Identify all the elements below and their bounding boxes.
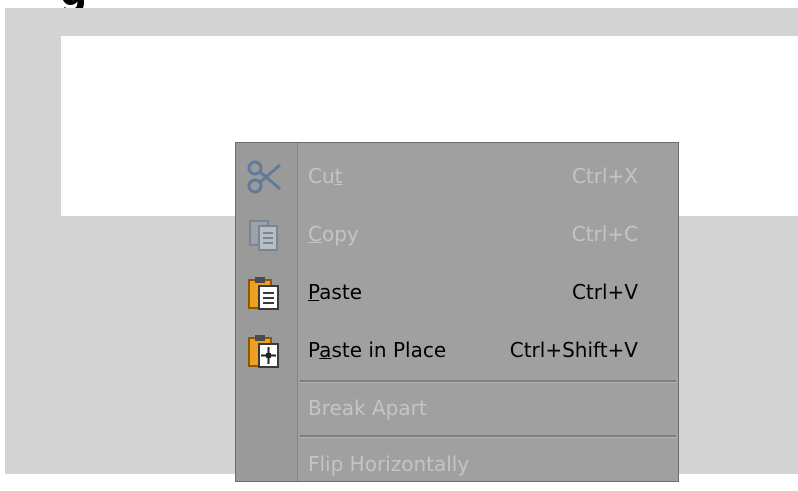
- menu-item-break-apart[interactable]: Break Apart: [236, 383, 678, 435]
- menu-item-label: Break Apart: [308, 396, 427, 420]
- menu-separator: [300, 435, 676, 438]
- menu-item-shortcut: Ctrl+X: [571, 164, 638, 188]
- menu-item-paste-in-place[interactable]: Paste in Place Ctrl+Shift+V: [236, 325, 678, 377]
- heading-strip: g: [0, 0, 798, 8]
- menu-item-paste[interactable]: Paste Ctrl+V: [236, 267, 678, 319]
- copy-icon: [246, 217, 282, 253]
- menu-item-cut[interactable]: Cut Ctrl+X: [236, 151, 678, 203]
- menu-item-shortcut: Ctrl+Shift+V: [509, 338, 638, 362]
- menu-item-label: Cut: [308, 164, 343, 188]
- scissors-icon: [246, 159, 282, 195]
- menu-item-shortcut: Ctrl+C: [571, 222, 638, 246]
- menu-item-shortcut: Ctrl+V: [571, 280, 638, 304]
- menu-item-label: Paste in Place: [308, 338, 447, 362]
- paste-in-place-icon: [246, 333, 282, 369]
- context-menu: Cut Ctrl+X Copy Ctrl+C Paste Ctrl+V Past…: [235, 142, 679, 482]
- clipboard-paste-icon: [246, 275, 282, 311]
- menu-item-label: Copy: [308, 222, 359, 246]
- heading-text: g: [60, 0, 87, 8]
- menu-item-flip-horizontally[interactable]: Flip Horizontally: [236, 439, 678, 491]
- menu-item-label: Paste: [308, 280, 362, 304]
- menu-item-label: Flip Horizontally: [308, 452, 470, 476]
- menu-item-copy[interactable]: Copy Ctrl+C: [236, 209, 678, 261]
